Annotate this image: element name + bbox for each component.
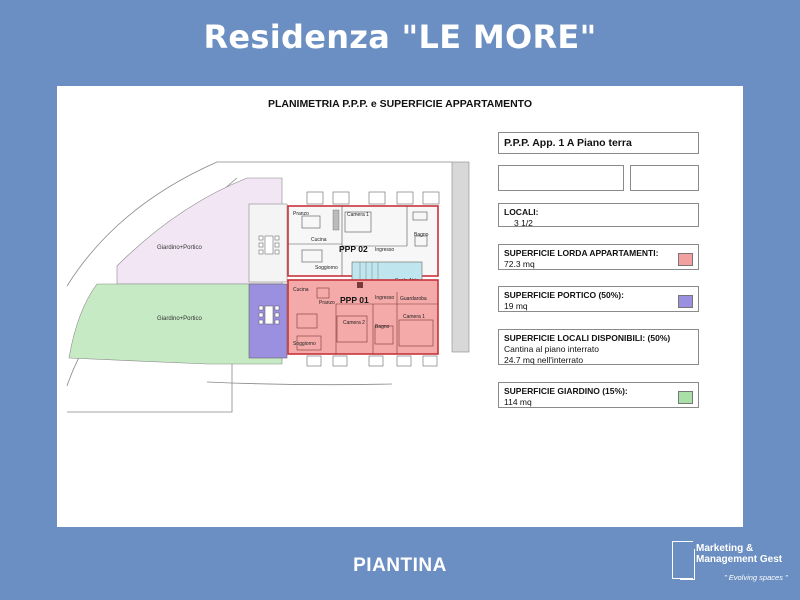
room-guardaroba: Guardaroba — [400, 296, 427, 302]
garden-lower-label: Giardino+Portico — [157, 316, 203, 322]
slide-title: Residenza "LE MORE" — [203, 18, 597, 56]
giardino-label: SUPERFICIE GIARDINO (15%): — [504, 386, 628, 396]
logo-line2: Management Gest — [696, 554, 783, 565]
apartment-title-box: P.P.P. App. 1 A Piano terra — [498, 132, 699, 154]
lorda-box: SUPERFICIE LORDA APPARTAMENTI: 72.3 mq — [498, 244, 699, 270]
room-soggiorno-low: Soggiorno — [293, 341, 316, 347]
logo-line1: Marketing & — [696, 543, 754, 554]
apartment-title: P.P.P. App. 1 A Piano terra — [504, 137, 632, 149]
giardino-swatch — [678, 391, 693, 404]
locali-disp-line1: Cantina al piano interrato — [504, 344, 599, 354]
room-camera2: Camera 2 — [343, 320, 365, 326]
giardino-value: 114 mq — [504, 397, 532, 407]
portico-label: SUPERFICIE PORTICO (50%): — [504, 290, 624, 300]
room-bagno-low: Bagno — [375, 324, 390, 330]
room-bagno-top: Bagno — [414, 232, 429, 238]
lorda-value: 72.3 mq — [504, 259, 535, 269]
blank-box-right — [630, 165, 699, 191]
garden-upper-label: Giardino+Portico — [157, 245, 203, 251]
unit-ppp01-label: PPP 01 — [340, 295, 369, 305]
unit-ppp02-label: PPP 02 — [339, 244, 368, 254]
locali-disp-label: SUPERFICIE LOCALI DISPONIBILI: (50%) — [504, 333, 671, 343]
blank-box-left — [498, 165, 624, 191]
logo-tagline: " Evolving spaces " — [724, 573, 788, 582]
room-camera1-top: Camera 1 — [347, 212, 369, 218]
locali-label: LOCALI: — [504, 207, 539, 217]
room-ingresso-top: Ingresso — [375, 247, 394, 253]
room-pranzo-top: Pranzo — [293, 211, 309, 217]
lorda-swatch — [678, 253, 693, 266]
portico-box: SUPERFICIE PORTICO (50%): 19 mq — [498, 286, 699, 312]
portico-swatch — [678, 295, 693, 308]
company-logo: Marketing & Management Gest " Evolving s… — [672, 541, 792, 591]
portico-value: 19 mq — [504, 301, 528, 311]
locali-box: LOCALI: 3 1/2 — [498, 203, 699, 228]
lorda-label: SUPERFICIE LORDA APPARTAMENTI: — [504, 248, 659, 258]
room-pranzo-low: Pranzo — [319, 300, 335, 306]
locali-disp-line2: 24.7 mq nell'interrato — [504, 355, 584, 365]
room-cucina-top: Cucina — [311, 237, 327, 243]
floorplan-panel: PLANIMETRIA P.P.P. e SUPERFICIE APPARTAM… — [57, 86, 743, 527]
room-camera1-low: Camera 1 — [403, 314, 425, 320]
locali-disp-box: SUPERFICIE LOCALI DISPONIBILI: (50%) Can… — [498, 329, 699, 365]
room-ingresso-low: Ingresso — [375, 295, 394, 301]
locali-value: 3 1/2 — [514, 218, 533, 228]
giardino-box: SUPERFICIE GIARDINO (15%): 114 mq — [498, 382, 699, 408]
room-soggiorno-top: Soggiorno — [315, 265, 338, 271]
room-cucina-low: Cucina — [293, 287, 309, 293]
